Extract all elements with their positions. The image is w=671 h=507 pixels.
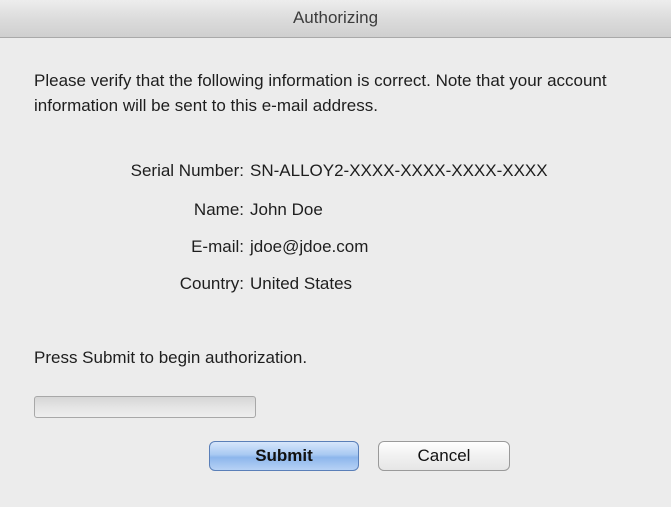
email-value: jdoe@jdoe.com	[250, 237, 369, 256]
info-row-country: Country: United States	[0, 271, 671, 297]
country-label: Country:	[179, 274, 244, 293]
email-label: E-mail:	[191, 237, 244, 256]
name-label: Name:	[193, 200, 244, 219]
authorizing-dialog: Authorizing Please verify that the follo…	[0, 0, 671, 507]
info-row-serial-number: Serial Number: SN-ALLOY2-XXXX-XXXX-XXXX-…	[0, 158, 671, 184]
name-value: John Doe	[250, 200, 323, 219]
window-title: Authorizing	[0, 0, 671, 38]
serial-number-label: Serial Number:	[130, 161, 244, 180]
submit-prompt: Press Submit to begin authorization.	[34, 348, 308, 367]
cancel-button[interactable]: Cancel	[378, 441, 510, 471]
serial-number-value: SN-ALLOY2-XXXX-XXXX-XXXX-XXXX	[250, 161, 548, 180]
info-row-name: Name: John Doe	[0, 197, 671, 223]
country-value: United States	[250, 274, 353, 293]
info-row-email: E-mail: jdoe@jdoe.com	[0, 234, 671, 260]
authorization-progress-bar	[34, 396, 256, 418]
verification-message: Please verify that the following informa…	[34, 71, 607, 115]
submit-button[interactable]: Submit	[209, 441, 359, 471]
